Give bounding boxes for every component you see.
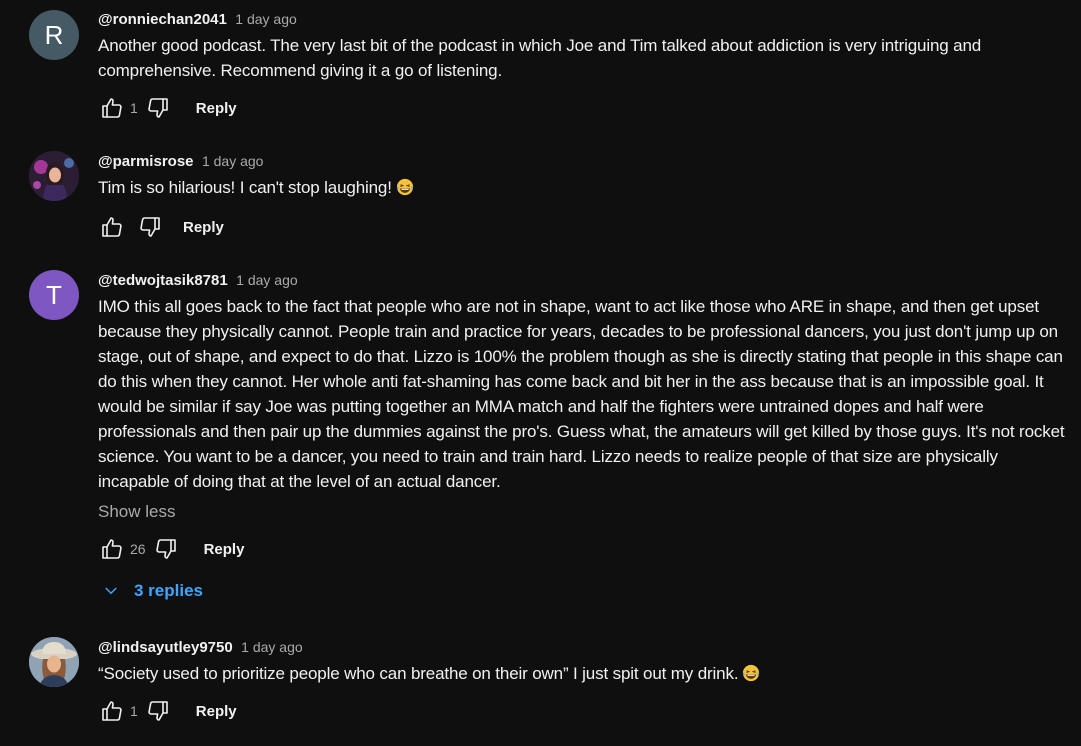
comment-body: @lindsayutley9750 1 day ago “Society use…	[98, 636, 1073, 727]
comment-header: @tedwojtasik8781 1 day ago	[98, 269, 1073, 291]
comment-text: IMO this all goes back to the fact that …	[98, 297, 1065, 491]
chevron-down-icon	[105, 587, 117, 595]
comment-text-content: Tim is so hilarious! I can't stop laughi…	[98, 178, 392, 197]
thumbs-up-icon	[102, 701, 122, 721]
dislike-button[interactable]	[144, 94, 172, 122]
comment-actions: 26 Reply	[98, 533, 1073, 565]
like-count: 1	[130, 703, 138, 719]
comment-time[interactable]: 1 day ago	[241, 639, 303, 655]
thumbs-up-icon	[102, 98, 122, 118]
comment-header: @ronniechan2041 1 day ago	[98, 8, 1073, 30]
comment-header: @parmisrose 1 day ago	[98, 150, 1073, 172]
show-less-button[interactable]: Show less	[98, 500, 175, 524]
author-handle[interactable]: @parmisrose	[98, 153, 194, 170]
dislike-button[interactable]	[152, 535, 180, 563]
comment-time[interactable]: 1 day ago	[236, 272, 298, 288]
profile-photo-icon	[29, 151, 79, 201]
comment-text: Another good podcast. The very last bit …	[98, 36, 982, 80]
comment-header: @lindsayutley9750 1 day ago	[98, 636, 1073, 658]
dislike-button[interactable]	[136, 213, 164, 241]
comment-time[interactable]: 1 day ago	[202, 153, 264, 169]
like-count: 26	[130, 541, 146, 557]
thumbs-down-icon	[148, 98, 168, 118]
reply-button[interactable]: Reply	[196, 703, 237, 720]
thumbs-up-icon	[102, 217, 122, 237]
comment-actions: 1 Reply	[98, 695, 1073, 727]
comment-text: “Society used to prioritize people who c…	[98, 661, 1073, 686]
profile-photo-icon	[29, 637, 79, 687]
comment-body: @tedwojtasik8781 1 day ago IMO this all …	[98, 269, 1073, 607]
avatar[interactable]: T	[29, 270, 79, 320]
like-count: 1	[130, 100, 138, 116]
comment-actions: Reply	[98, 211, 1073, 243]
avatar-letter: R	[44, 19, 64, 50]
comment-actions: 1 Reply	[98, 92, 1073, 124]
author-handle[interactable]: @lindsayutley9750	[98, 639, 233, 656]
view-replies-button[interactable]: 3 replies	[102, 575, 1073, 607]
laughing-emoji-icon	[743, 664, 760, 682]
thumbs-down-icon	[148, 701, 168, 721]
avatar[interactable]: R	[29, 10, 79, 60]
replies-count: 3 replies	[134, 581, 203, 600]
like-button[interactable]	[98, 94, 126, 122]
comment-text: Tim is so hilarious! I can't stop laughi…	[98, 175, 1073, 200]
dislike-button[interactable]	[144, 697, 172, 725]
avatar-letter: T	[46, 279, 62, 310]
thumbs-down-icon	[155, 539, 176, 559]
laughing-emoji-icon	[396, 178, 413, 196]
like-button[interactable]	[98, 697, 126, 725]
like-button[interactable]	[98, 213, 126, 241]
comment-body: @ronniechan2041 1 day ago Another good p…	[98, 8, 1073, 124]
reply-button[interactable]: Reply	[183, 219, 224, 236]
author-handle[interactable]: @tedwojtasik8781	[98, 272, 228, 289]
comment-time[interactable]: 1 day ago	[235, 11, 297, 27]
thumbs-down-icon	[140, 217, 160, 237]
comment-text-content: “Society used to prioritize people who c…	[98, 664, 739, 683]
avatar[interactable]	[29, 151, 79, 201]
author-handle[interactable]: @ronniechan2041	[98, 11, 227, 28]
avatar[interactable]	[29, 637, 79, 687]
reply-button[interactable]: Reply	[196, 100, 237, 117]
like-button[interactable]	[98, 535, 126, 563]
thumbs-up-icon	[102, 539, 122, 559]
comment-body: @parmisrose 1 day ago Tim is so hilariou…	[98, 150, 1073, 243]
reply-button[interactable]: Reply	[204, 541, 245, 558]
